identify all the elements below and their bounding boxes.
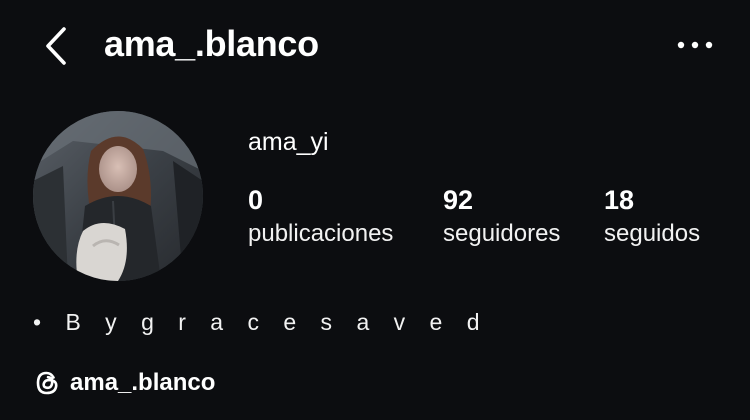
more-horizontal-icon: [677, 41, 713, 49]
stat-followers-label: seguidores: [443, 220, 561, 247]
profile-bio: • B y g r a c e s a v e d: [33, 309, 489, 335]
profile-username-header: ama_.blanco: [104, 23, 319, 64]
stat-followers-count: 92: [443, 185, 474, 215]
stat-following[interactable]: 18 seguidos: [604, 184, 700, 250]
profile-photo: [33, 111, 203, 281]
profile-avatar[interactable]: [33, 111, 203, 281]
chevron-left-icon: [46, 27, 66, 65]
more-options-button[interactable]: [672, 30, 718, 60]
threads-profile-link[interactable]: ama_.blanco: [32, 368, 215, 398]
stat-posts[interactable]: 0 publicaciones: [248, 184, 393, 250]
stat-following-count: 18: [604, 185, 635, 215]
stat-posts-count: 0: [248, 185, 264, 215]
profile-display-name: ama_yi: [248, 128, 329, 156]
threads-icon: [32, 368, 62, 398]
stat-posts-label: publicaciones: [248, 220, 394, 247]
stat-followers[interactable]: 92 seguidores: [443, 184, 560, 250]
stat-following-label: seguidos: [604, 220, 701, 247]
profile-screen: ama_.blanco ama_yi 0 publicaciones 92 se…: [0, 0, 750, 420]
threads-handle: ama_.blanco: [70, 369, 216, 396]
back-button[interactable]: [38, 24, 74, 68]
